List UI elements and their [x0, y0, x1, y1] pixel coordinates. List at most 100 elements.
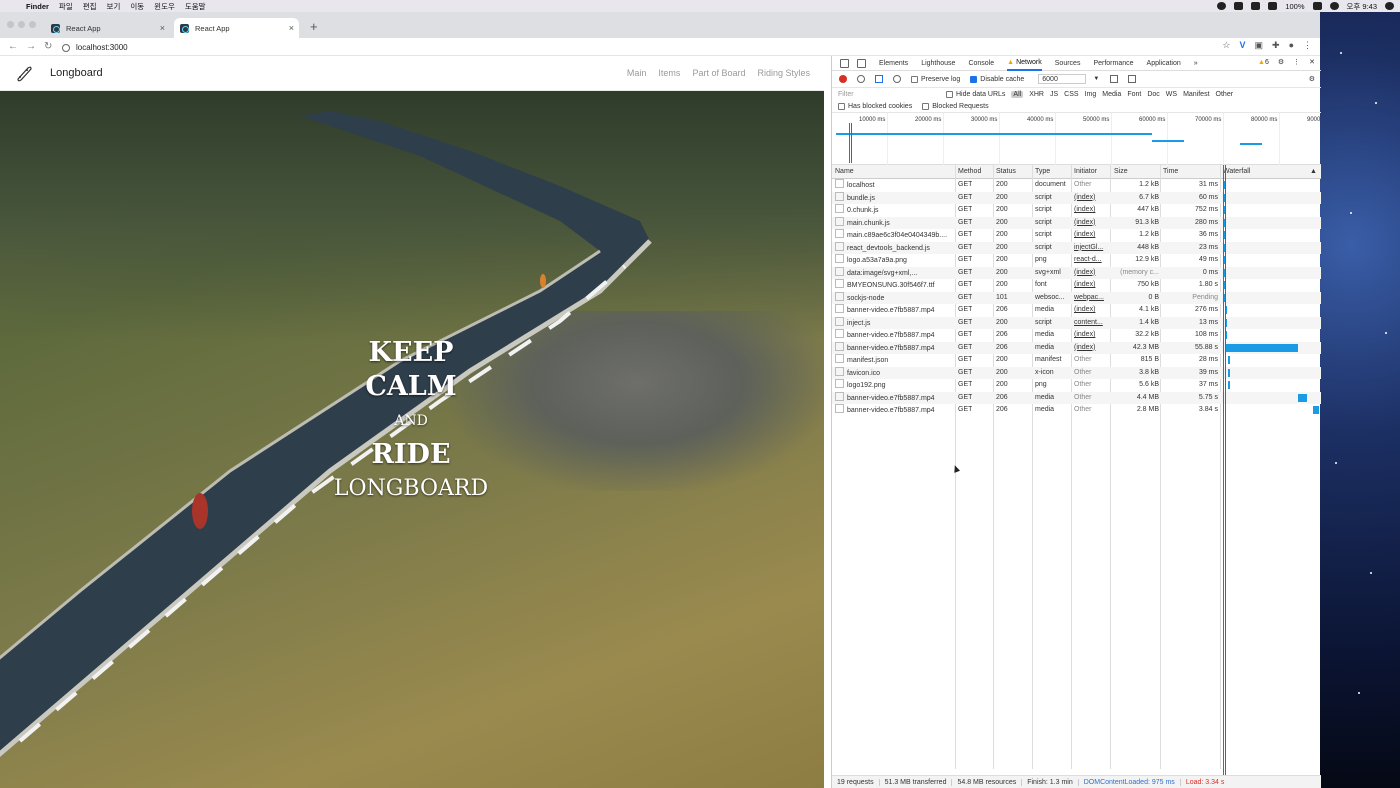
request-initiator[interactable]: (index)	[1074, 267, 1108, 280]
browser-tab-active[interactable]: React App ×	[174, 18, 299, 38]
bookmark-star-icon[interactable]: ☆	[1222, 40, 1230, 51]
filter-type-font[interactable]: Font	[1127, 91, 1141, 98]
close-window-button[interactable]	[7, 21, 14, 28]
more-options-icon[interactable]: ⋮	[1293, 58, 1300, 66]
warnings-counter[interactable]: ▲6	[1258, 59, 1269, 66]
request-row[interactable]: banner-video.e7fb5887.mp4 GET 206 media (ind…	[832, 341, 1321, 355]
clock[interactable]: 오후 9:43	[1347, 1, 1377, 12]
minimize-window-button[interactable]	[18, 21, 25, 28]
request-initiator[interactable]: injectGl...	[1074, 242, 1108, 255]
preserve-log-checkbox[interactable]	[911, 75, 918, 83]
new-tab-button[interactable]: +	[310, 19, 318, 34]
request-initiator[interactable]: (index)	[1074, 229, 1108, 242]
network-overview[interactable]: 10000 ms 20000 ms 30000 ms 40000 ms 5000…	[832, 113, 1321, 165]
nav-items[interactable]: Items	[658, 68, 680, 78]
request-initiator[interactable]: content...	[1074, 317, 1108, 330]
throttle-select[interactable]: 6000	[1038, 74, 1099, 84]
menu-file[interactable]: 파일	[59, 1, 73, 12]
request-initiator[interactable]: (index)	[1074, 217, 1108, 230]
col-initiator[interactable]: Initiator	[1074, 168, 1097, 175]
address-bar[interactable]: localhost:3000	[62, 41, 128, 54]
settings-gear-icon[interactable]: ⚙	[1278, 58, 1284, 66]
clear-icon[interactable]	[857, 75, 865, 83]
extension-v-icon[interactable]: V	[1239, 40, 1245, 51]
inspect-element-icon[interactable]	[840, 58, 849, 68]
request-row[interactable]: sockjs-node GET 101 websoc... webpac... 0 B Pe…	[832, 291, 1321, 305]
filter-type-all[interactable]: All	[1011, 91, 1024, 98]
menu-edit[interactable]: 편집	[83, 1, 97, 12]
menu-view[interactable]: 보기	[107, 1, 121, 12]
nav-part-of-board[interactable]: Part of Board	[692, 68, 745, 78]
col-time[interactable]: Time	[1163, 168, 1178, 175]
request-row[interactable]: manifest.json GET 200 manifest Other 815 B 28 …	[832, 354, 1321, 367]
request-row[interactable]: banner-video.e7fb5887.mp4 GET 206 media (ind…	[832, 329, 1321, 342]
filter-icon[interactable]	[875, 75, 883, 83]
tab-network[interactable]: ▲ Network	[1007, 56, 1042, 71]
record-icon[interactable]	[839, 75, 847, 83]
close-tab-icon[interactable]: ×	[289, 23, 294, 33]
hide-data-urls-checkbox[interactable]	[946, 91, 953, 98]
col-size[interactable]: Size	[1114, 168, 1128, 175]
col-name[interactable]: Name	[835, 168, 854, 175]
request-row[interactable]: main.chunk.js GET 200 script (index) 91.3 kB 2…	[832, 216, 1321, 230]
nav-riding-styles[interactable]: Riding Styles	[757, 68, 810, 78]
record-status-icon[interactable]	[1217, 2, 1227, 10]
menu-window[interactable]: 윈도우	[154, 1, 175, 12]
battery-text[interactable]: 100%	[1285, 2, 1304, 11]
filter-type-css[interactable]: CSS	[1064, 91, 1078, 98]
request-row[interactable]: favicon.ico GET 200 x-icon Other 3.8 kB 39 ms	[832, 366, 1321, 379]
nav-main[interactable]: Main	[627, 68, 647, 78]
request-initiator[interactable]: (index)	[1074, 204, 1108, 217]
browser-tab[interactable]: React App ×	[45, 18, 170, 38]
filter-input[interactable]: Filter	[836, 90, 936, 100]
info-icon[interactable]	[62, 43, 70, 52]
preserve-log-toggle[interactable]: Preserve log	[911, 75, 960, 83]
col-type[interactable]: Type	[1035, 168, 1050, 175]
volume-icon[interactable]	[1329, 2, 1339, 10]
disable-cache-toggle[interactable]: Disable cache	[970, 75, 1024, 83]
tab-console[interactable]: Console	[968, 60, 994, 67]
tab-lighthouse[interactable]: Lighthouse	[921, 60, 955, 67]
longboard-logo-icon[interactable]	[15, 65, 33, 83]
request-row[interactable]: data:image/svg+xml,... GET 200 svg+xml (inde…	[832, 266, 1321, 280]
close-devtools-icon[interactable]: ✕	[1309, 58, 1315, 66]
blocked-requests-checkbox[interactable]	[922, 103, 930, 110]
tab-sources[interactable]: Sources	[1055, 60, 1081, 67]
battery-icon[interactable]	[1312, 2, 1322, 10]
import-har-icon[interactable]	[1110, 75, 1119, 83]
more-tabs-button[interactable]: »	[1194, 60, 1198, 67]
col-waterfall[interactable]: Waterfall	[1223, 168, 1250, 175]
request-row[interactable]: logo192.png GET 200 png Other 5.6 kB 37 ms	[832, 379, 1321, 392]
request-row[interactable]: 0.chunk.js GET 200 script (index) 447 kB 752 m…	[832, 204, 1321, 217]
has-blocked-cookies-checkbox[interactable]	[838, 103, 845, 110]
filter-type-ws[interactable]: WS	[1166, 91, 1177, 98]
menu-help[interactable]: 도움말	[185, 1, 206, 12]
filter-type-doc[interactable]: Doc	[1147, 91, 1159, 98]
forward-icon[interactable]: →	[26, 41, 36, 52]
network-settings-icon[interactable]: ⚙	[1309, 75, 1315, 83]
profile-avatar-icon[interactable]: ●	[1289, 40, 1294, 51]
request-initiator[interactable]: (index)	[1074, 342, 1108, 355]
screenshot-icon[interactable]	[1234, 2, 1244, 10]
request-row[interactable]: localhost GET 200 document Other 1.2 kB 31 ms	[832, 179, 1321, 192]
close-tab-icon[interactable]: ×	[160, 23, 165, 33]
device-toolbar-icon[interactable]	[857, 58, 866, 68]
request-row[interactable]: banner-video.e7fb5887.mp4 GET 206 media Othe…	[832, 391, 1321, 404]
col-status[interactable]: Status	[996, 168, 1016, 175]
hide-data-urls-toggle[interactable]: Hide data URLs	[946, 91, 1005, 98]
request-row[interactable]: BMYEONSUNG.30f546f7.ttf GET 200 font (index)…	[832, 279, 1321, 292]
filter-type-manifest[interactable]: Manifest	[1183, 91, 1209, 98]
reload-icon[interactable]: ↻	[44, 41, 54, 52]
extension-icon[interactable]: ▣	[1255, 40, 1264, 51]
col-method[interactable]: Method	[958, 168, 981, 175]
request-initiator[interactable]: (index)	[1074, 279, 1108, 292]
tab-performance[interactable]: Performance	[1093, 60, 1133, 67]
disable-cache-checkbox[interactable]	[970, 75, 978, 83]
search-icon[interactable]	[1385, 2, 1394, 10]
export-har-icon[interactable]	[1128, 75, 1137, 83]
filter-type-img[interactable]: Img	[1085, 91, 1097, 98]
request-row[interactable]: banner-video.e7fb5887.mp4 GET 206 media (ind…	[832, 304, 1321, 317]
request-initiator[interactable]: webpac...	[1074, 292, 1108, 305]
request-initiator[interactable]: (index)	[1074, 329, 1108, 342]
request-row[interactable]: inject.js GET 200 script content... 1.4 kB 13 …	[832, 316, 1321, 330]
